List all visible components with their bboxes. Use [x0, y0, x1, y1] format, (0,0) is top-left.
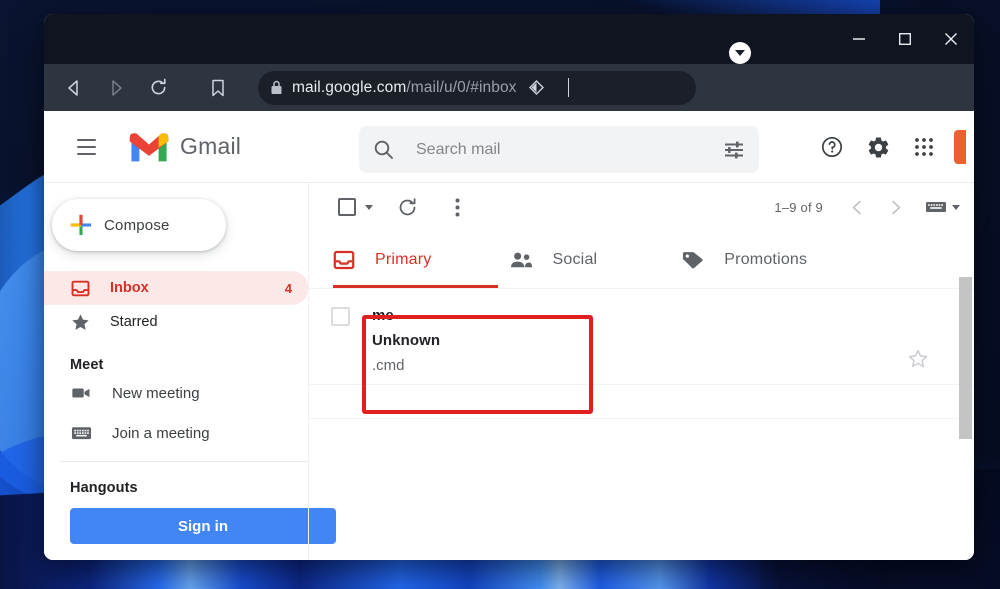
message-checkbox[interactable]: [331, 307, 350, 326]
maximize-button[interactable]: [882, 14, 928, 64]
refresh-icon[interactable]: [387, 187, 427, 227]
bookmark-icon[interactable]: [198, 70, 238, 106]
compose-button[interactable]: Compose: [52, 199, 226, 251]
back-arrow-icon[interactable]: [54, 70, 94, 106]
next-page-arrow-icon[interactable]: [879, 191, 911, 223]
sidebar-nav-list: Inbox 4 Starred: [44, 271, 308, 339]
gmail-brand-text: Gmail: [180, 133, 242, 159]
mail-list-scrollbar[interactable]: [959, 277, 972, 439]
message-text: me Unknown .cmd: [372, 303, 440, 378]
account-avatar[interactable]: [954, 130, 966, 164]
apps-grid-icon[interactable]: [904, 127, 944, 167]
table-row-empty: [309, 385, 974, 419]
pagination-controls: 1–9 of 9: [774, 183, 960, 231]
sidebar-item-join-meeting[interactable]: Join a meeting: [44, 413, 308, 453]
star-icon: [70, 312, 90, 332]
select-all-dropdown-icon[interactable]: [365, 204, 373, 210]
sidebar-item-inbox-label: Inbox: [110, 280, 149, 296]
keyboard-icon: [70, 422, 92, 444]
settings-gear-icon[interactable]: [858, 127, 898, 167]
inbox-icon: [70, 278, 90, 298]
dropdown-circle-icon[interactable]: [729, 42, 751, 64]
forward-arrow-icon[interactable]: [96, 70, 136, 106]
gmail-body: Compose Inbox 4 Starred Meet New meeting…: [44, 183, 974, 560]
message-sender: me: [372, 307, 394, 324]
text-cursor: [567, 78, 569, 97]
hangouts-section-title: Hangouts: [70, 480, 138, 496]
gmail-sidebar: Compose Inbox 4 Starred Meet New meeting…: [44, 183, 336, 560]
active-tab-underline: [333, 285, 498, 288]
meet-section-title: Meet: [70, 357, 104, 373]
tab-social[interactable]: Social: [510, 231, 598, 289]
sidebar-divider: [60, 461, 308, 462]
message-subject: Unknown: [372, 332, 441, 349]
extension-icon[interactable]: [528, 80, 545, 95]
tab-primary-label: Primary: [375, 250, 432, 268]
inbox-tab-icon: [333, 249, 355, 271]
search-input[interactable]: [416, 140, 723, 159]
message-snippet: .cmd: [372, 357, 405, 374]
gmail-logo-icon: [129, 132, 169, 161]
select-all-checkbox[interactable]: [327, 187, 367, 227]
mail-list-panel: 1–9 of 9 Primary Social Promotions me Un…: [308, 183, 974, 560]
browser-toolbar: mail.google.com/mail/u/0/#inbox: [44, 64, 974, 111]
previous-page-arrow-icon[interactable]: [841, 191, 873, 223]
gmail-brand[interactable]: Gmail: [128, 131, 241, 163]
video-camera-icon: [70, 382, 92, 404]
search-icon: [373, 139, 394, 160]
tune-filter-icon[interactable]: [723, 139, 745, 161]
lock-icon: [270, 80, 283, 95]
minimize-button[interactable]: [836, 14, 882, 64]
table-row[interactable]: me Unknown .cmd: [309, 289, 974, 385]
hangouts-sign-in-button[interactable]: Sign in: [70, 508, 336, 544]
page-range-label: 1–9 of 9: [774, 199, 823, 215]
url-host: mail.google.com: [292, 78, 407, 96]
sidebar-item-starred-label: Starred: [110, 314, 158, 330]
tag-icon: [681, 250, 704, 270]
sidebar-item-new-meeting-label: New meeting: [112, 384, 200, 402]
sidebar-item-join-meeting-label: Join a meeting: [112, 424, 210, 442]
search-mail-box[interactable]: [359, 126, 759, 173]
keyboard-input-tools-icon[interactable]: [925, 199, 960, 215]
reload-icon[interactable]: [138, 70, 178, 106]
people-icon: [510, 251, 533, 269]
more-options-icon[interactable]: [437, 187, 477, 227]
mail-category-tabs: Primary Social Promotions: [309, 231, 974, 289]
hamburger-menu-icon[interactable]: [66, 127, 106, 167]
tab-promotions-label: Promotions: [724, 250, 808, 268]
address-bar[interactable]: mail.google.com/mail/u/0/#inbox: [258, 70, 696, 105]
sidebar-item-inbox[interactable]: Inbox 4: [44, 271, 308, 305]
inbox-unread-count: 4: [284, 280, 292, 296]
sidebar-item-new-meeting[interactable]: New meeting: [44, 373, 308, 413]
window-title-bar: [44, 14, 974, 64]
tab-promotions[interactable]: Promotions: [681, 231, 807, 289]
mail-toolbar: 1–9 of 9: [309, 183, 974, 231]
compose-plus-icon: [70, 214, 92, 236]
browser-window: mail.google.com/mail/u/0/#inbox Gmail Se…: [44, 14, 974, 560]
help-icon[interactable]: [812, 127, 852, 167]
close-button[interactable]: [928, 14, 974, 64]
compose-label: Compose: [104, 216, 170, 234]
address-bar-url: mail.google.com/mail/u/0/#inbox: [292, 79, 517, 97]
gmail-app: Gmail Search mail Compose Inbox 4 Starre…: [44, 111, 974, 560]
tab-primary[interactable]: Primary: [333, 231, 432, 289]
gmail-header-actions: [812, 111, 974, 183]
tab-social-label: Social: [552, 250, 598, 268]
star-outline-icon[interactable]: [908, 349, 928, 374]
url-path: /mail/u/0/#inbox: [406, 78, 517, 96]
gmail-header: Gmail: [44, 111, 974, 183]
sidebar-item-starred[interactable]: Starred: [44, 305, 308, 339]
